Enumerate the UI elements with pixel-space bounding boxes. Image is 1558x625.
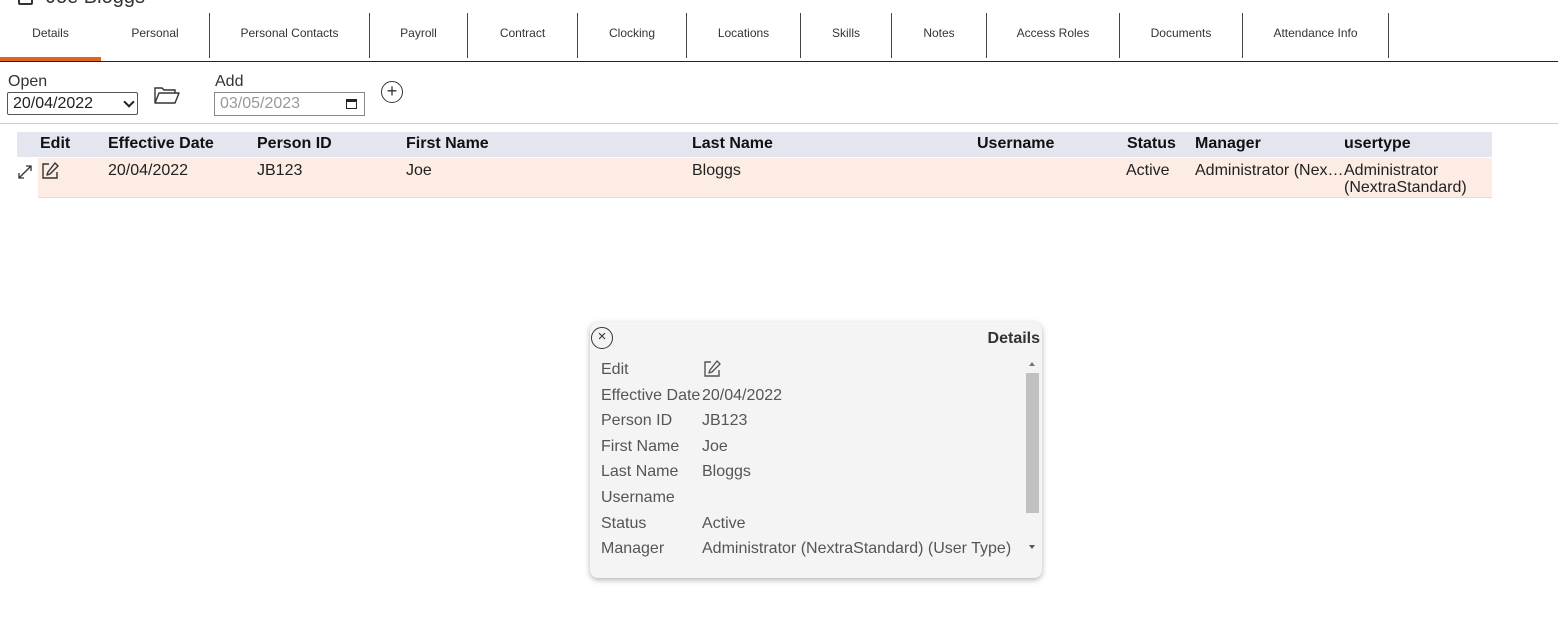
- cell-last-name: Bloggs: [692, 162, 741, 179]
- grid-header: Edit Effective Date Person ID First Name…: [17, 132, 1492, 157]
- tab-locations[interactable]: Locations: [687, 13, 801, 58]
- tab-label: Access Roles: [1016, 26, 1090, 40]
- col-header-first-name[interactable]: First Name: [406, 135, 489, 153]
- popup-label-first-name: First Name: [601, 438, 680, 455]
- tab-label: Attendance Info: [1273, 26, 1358, 40]
- add-plus-icon[interactable]: +: [381, 81, 403, 103]
- tab-attendance-info[interactable]: Attendance Info: [1243, 13, 1389, 58]
- popup-scrollbar-thumb[interactable]: [1026, 373, 1039, 513]
- popup-title: Details: [987, 330, 1040, 347]
- tab-label: Personal Contacts: [240, 26, 339, 40]
- popup-value-first-name: Joe: [702, 438, 728, 455]
- col-header-effective-date[interactable]: Effective Date: [108, 135, 214, 153]
- popup-label-person-id: Person ID: [601, 412, 673, 429]
- chevron-down-icon: [123, 96, 135, 108]
- cell-first-name: Joe: [406, 162, 432, 179]
- cell-manager: Administrator (Nex…: [1195, 162, 1343, 179]
- scroll-up-arrow-icon[interactable]: [1029, 362, 1035, 366]
- tab-contract[interactable]: Contract: [468, 13, 578, 58]
- col-header-manager[interactable]: Manager: [1195, 135, 1261, 153]
- popup-label-edit: Edit: [601, 361, 629, 378]
- popup-label-effective-date: Effective Date: [601, 387, 701, 404]
- col-header-last-name[interactable]: Last Name: [692, 135, 773, 153]
- table-row[interactable]: 20/04/2022 JB123 Joe Bloggs Active Admin…: [38, 158, 1492, 198]
- tab-label: Contract: [499, 26, 546, 40]
- cell-status: Active: [1126, 162, 1170, 179]
- tab-documents[interactable]: Documents: [1120, 13, 1243, 58]
- popup-label-manager: Manager: [601, 540, 665, 557]
- popup-value-person-id: JB123: [702, 412, 748, 429]
- tab-skills[interactable]: Skills: [801, 13, 892, 58]
- cell-usertype-line1: Administrator: [1344, 162, 1439, 179]
- col-header-usertype[interactable]: usertype: [1344, 135, 1411, 153]
- popup-value-last-name: Bloggs: [702, 463, 751, 480]
- col-header-status[interactable]: Status: [1127, 135, 1176, 153]
- edit-icon[interactable]: [702, 359, 722, 379]
- scroll-down-arrow-icon[interactable]: [1029, 545, 1035, 549]
- popup-label-username: Username: [601, 489, 675, 506]
- expand-icon[interactable]: [17, 164, 33, 180]
- tab-label: Details: [32, 26, 69, 40]
- tab-label: Personal: [131, 26, 179, 40]
- divider: [0, 123, 1558, 124]
- tab-notes[interactable]: Notes: [892, 13, 987, 58]
- tab-payroll[interactable]: Payroll: [370, 13, 468, 58]
- col-header-person-id[interactable]: Person ID: [257, 135, 332, 153]
- tab-label: Skills: [831, 26, 860, 40]
- add-label: Add: [215, 73, 244, 90]
- popup-label-last-name: Last Name: [601, 463, 679, 480]
- tab-access-roles[interactable]: Access Roles: [987, 13, 1120, 58]
- popup-value-manager: Administrator (NextraStandard) (User Typ…: [702, 540, 1012, 557]
- edit-icon[interactable]: [40, 161, 60, 181]
- tab-clocking[interactable]: Clocking: [578, 13, 687, 58]
- tab-label: Payroll: [400, 26, 437, 40]
- open-label: Open: [8, 73, 48, 90]
- col-header-username[interactable]: Username: [977, 135, 1054, 153]
- person-card-icon: [18, 0, 33, 5]
- tab-label: Documents: [1150, 26, 1212, 40]
- tab-personal-contacts[interactable]: Personal Contacts: [210, 13, 370, 58]
- page-title-bar: Joe Bloggs: [0, 0, 1558, 8]
- open-date-value: 20/04/2022: [13, 95, 94, 112]
- col-header-edit[interactable]: Edit: [40, 135, 70, 153]
- popup-value-effective-date: 20/04/2022: [702, 387, 783, 404]
- cell-usertype-line2: (NextraStandard): [1344, 179, 1467, 196]
- folder-open-icon[interactable]: [153, 84, 181, 106]
- add-date-value: 03/05/2023: [220, 95, 301, 112]
- details-popup: × Details Edit Effective Date 20/04/2022…: [590, 322, 1042, 578]
- tab-label: Locations: [717, 26, 770, 40]
- add-date-input[interactable]: 03/05/2023: [214, 92, 365, 116]
- tab-bar: Details Personal Personal Contacts Payro…: [0, 13, 1558, 62]
- page-title: Joe Bloggs: [46, 0, 145, 8]
- cell-effective-date: 20/04/2022: [108, 162, 189, 179]
- popup-label-status: Status: [601, 515, 647, 532]
- close-icon[interactable]: ×: [591, 327, 613, 349]
- open-date-select[interactable]: 20/04/2022: [7, 92, 138, 115]
- tab-details[interactable]: Details: [0, 13, 101, 61]
- tab-label: Notes: [923, 26, 955, 40]
- calendar-icon[interactable]: [346, 99, 357, 109]
- popup-value-status: Active: [702, 515, 746, 532]
- tab-personal[interactable]: Personal: [101, 13, 210, 58]
- tab-label: Clocking: [608, 26, 656, 40]
- cell-person-id: JB123: [257, 162, 303, 179]
